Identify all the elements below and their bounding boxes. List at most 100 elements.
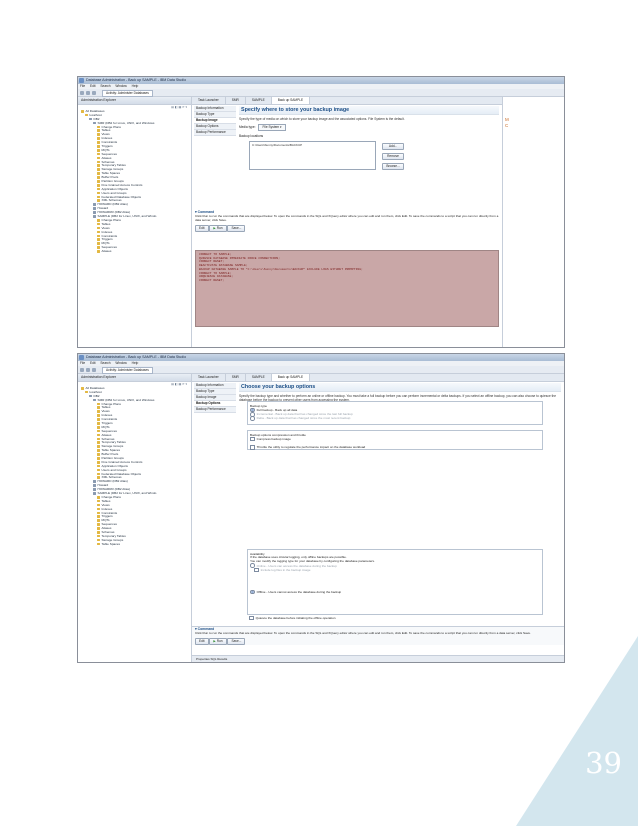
folder-icon	[97, 507, 100, 511]
folder-icon	[97, 406, 100, 410]
database-icon	[93, 492, 96, 495]
wizard-content: Specify where to store your backup image…	[239, 106, 499, 138]
tab-task-launcher[interactable]: Task Launcher	[192, 97, 226, 104]
toolbar: Activity: Administer Databases	[78, 366, 564, 374]
open-icon[interactable]	[92, 367, 96, 372]
database-icon	[93, 207, 96, 210]
screenshot-backup-image: Database Administration - Back up SAMPLE…	[77, 76, 565, 348]
folder-icon	[97, 183, 100, 187]
page-heading: Specify where to store your backup image	[239, 106, 499, 115]
folder-icon	[97, 222, 100, 226]
wizard-content: Choose your backup options Specify the b…	[239, 383, 561, 402]
menu-search[interactable]: Search	[100, 361, 110, 365]
menu-file[interactable]: File	[80, 361, 85, 365]
folder-icon	[97, 152, 100, 156]
tab-sample[interactable]: SAMPLE	[246, 374, 272, 381]
database-icon	[93, 211, 96, 214]
save-icon[interactable]	[86, 90, 90, 95]
menu-help[interactable]: Help	[132, 84, 139, 88]
tab-sample[interactable]: SAMPLE	[246, 97, 272, 104]
checkbox-icon	[254, 567, 259, 573]
right-panel-letter: C	[505, 123, 509, 128]
run-button[interactable]: ▶ Run	[209, 637, 227, 645]
menu-file[interactable]: File	[80, 84, 85, 88]
tab-smr[interactable]: SMR	[226, 374, 246, 381]
command-buttons: Edit ▶ Run Save...	[195, 224, 499, 232]
edit-button[interactable]: Edit	[195, 637, 209, 645]
command-buttons: Edit ▶ Run Save...	[195, 637, 561, 645]
activity-selector[interactable]: Activity: Administer Databases	[102, 90, 153, 97]
backup-location-item[interactable]: C:\Users\Sunny\Documents\BACKUP	[250, 142, 375, 148]
tab-back-up-sample[interactable]: Back up SAMPLE	[271, 97, 311, 104]
folder-icon	[97, 246, 100, 249]
edit-button[interactable]: Edit	[195, 224, 209, 232]
folder-icon	[97, 187, 100, 191]
bottom-tabs[interactable]: Properties SQL Results	[192, 655, 564, 662]
activity-selector[interactable]: Activity: Administer Databases	[102, 367, 153, 374]
folder-icon	[97, 250, 100, 253]
folder-icon	[97, 242, 100, 245]
database-tree: All Databases localhost DB2 SMR (DB2 for Li…	[78, 386, 191, 547]
menu-window[interactable]: Window	[115, 84, 126, 88]
checkbox-icon	[250, 444, 255, 450]
tree-item[interactable]: Aliases	[81, 249, 191, 254]
folder-icon	[97, 429, 100, 433]
backup-type-group: Backup type Full backup - Back up all da…	[247, 401, 543, 425]
open-icon[interactable]	[92, 90, 96, 95]
new-icon[interactable]	[80, 367, 84, 372]
include-logs-checkbox[interactable]: Include log files in the backup image	[250, 567, 540, 573]
save-button[interactable]: Save...	[227, 224, 246, 232]
remove-button[interactable]: Remove	[382, 153, 404, 160]
media-type-select[interactable]: File System ▾	[258, 124, 286, 131]
folder-icon	[97, 148, 100, 152]
folder-icon	[97, 515, 100, 518]
new-icon[interactable]	[80, 90, 84, 95]
folder-icon	[97, 457, 100, 460]
page-corner-decoration	[516, 636, 638, 826]
menu-edit[interactable]: Edit	[90, 361, 96, 365]
save-button[interactable]: Save...	[227, 637, 246, 645]
menu-help[interactable]: Help	[132, 361, 139, 365]
command-line: CONNECT RESET;	[199, 278, 225, 282]
page-description: Specify the type of media on which to st…	[239, 117, 405, 121]
window-title: Database Administration - Back up SAMPLE…	[86, 355, 187, 359]
tab-task-launcher[interactable]: Task Launcher	[192, 374, 226, 381]
tab-smr[interactable]: SMR	[226, 97, 246, 104]
add-button[interactable]: Add...	[382, 143, 404, 150]
radio-icon	[250, 416, 255, 421]
window-title: Database Administration - Back up SAMPLE…	[86, 78, 187, 82]
folder-icon	[97, 472, 100, 476]
app-icon	[79, 355, 84, 360]
folder-icon	[97, 168, 100, 171]
nav-backup-performance[interactable]: Backup Performance	[194, 407, 236, 413]
command-script-area[interactable]: CONNECT TO SAMPLE; QUIESCE DATABASE IMME…	[195, 250, 499, 327]
tree-item[interactable]: Table Spaces	[81, 541, 191, 547]
run-button[interactable]: ▶ Run	[209, 224, 227, 232]
administration-explorer: Administration Explorer ▤ ◧ ▦ ⟳ ▾ All Da…	[78, 97, 192, 347]
tab-back-up-sample[interactable]: Back up SAMPLE	[271, 374, 311, 381]
quiesce-checkbox[interactable]: Quiesce the database before initiating t…	[249, 615, 336, 621]
right-side-panel: M C	[502, 97, 564, 347]
folder-icon	[97, 437, 100, 441]
menu-edit[interactable]: Edit	[90, 84, 96, 88]
database-icon	[93, 121, 96, 125]
folder-icon	[97, 433, 100, 437]
delta-backup-radio[interactable]: Delta - Back up data that has changed si…	[250, 416, 540, 421]
throttle-checkbox[interactable]: Throttle the utility to regulate the per…	[250, 444, 540, 450]
folder-icon	[97, 195, 100, 199]
save-icon[interactable]	[86, 367, 90, 372]
command-section: ▾ Command Click Run to run the commands …	[192, 626, 564, 645]
toolbar: Activity: Administer Databases	[78, 89, 564, 97]
wizard-nav: Backup Information Backup Type Backup Im…	[194, 383, 236, 413]
folder-icon	[97, 418, 100, 421]
tree-item-label: Table Spaces	[101, 541, 121, 546]
offline-radio[interactable]: Offline - Users cannot access the databa…	[250, 589, 540, 595]
nav-backup-performance[interactable]: Backup Performance	[194, 130, 236, 136]
menu-search[interactable]: Search	[100, 84, 110, 88]
command-section: ▾ Command Click Run to run the commands …	[192, 210, 502, 232]
menu-window[interactable]: Window	[115, 361, 126, 365]
backup-locations-list[interactable]: C:\Users\Sunny\Documents\BACKUP	[249, 141, 376, 170]
compress-checkbox[interactable]: Compress backup image	[250, 436, 540, 442]
folder-icon	[85, 390, 88, 394]
browse-button[interactable]: Browse...	[382, 163, 404, 170]
